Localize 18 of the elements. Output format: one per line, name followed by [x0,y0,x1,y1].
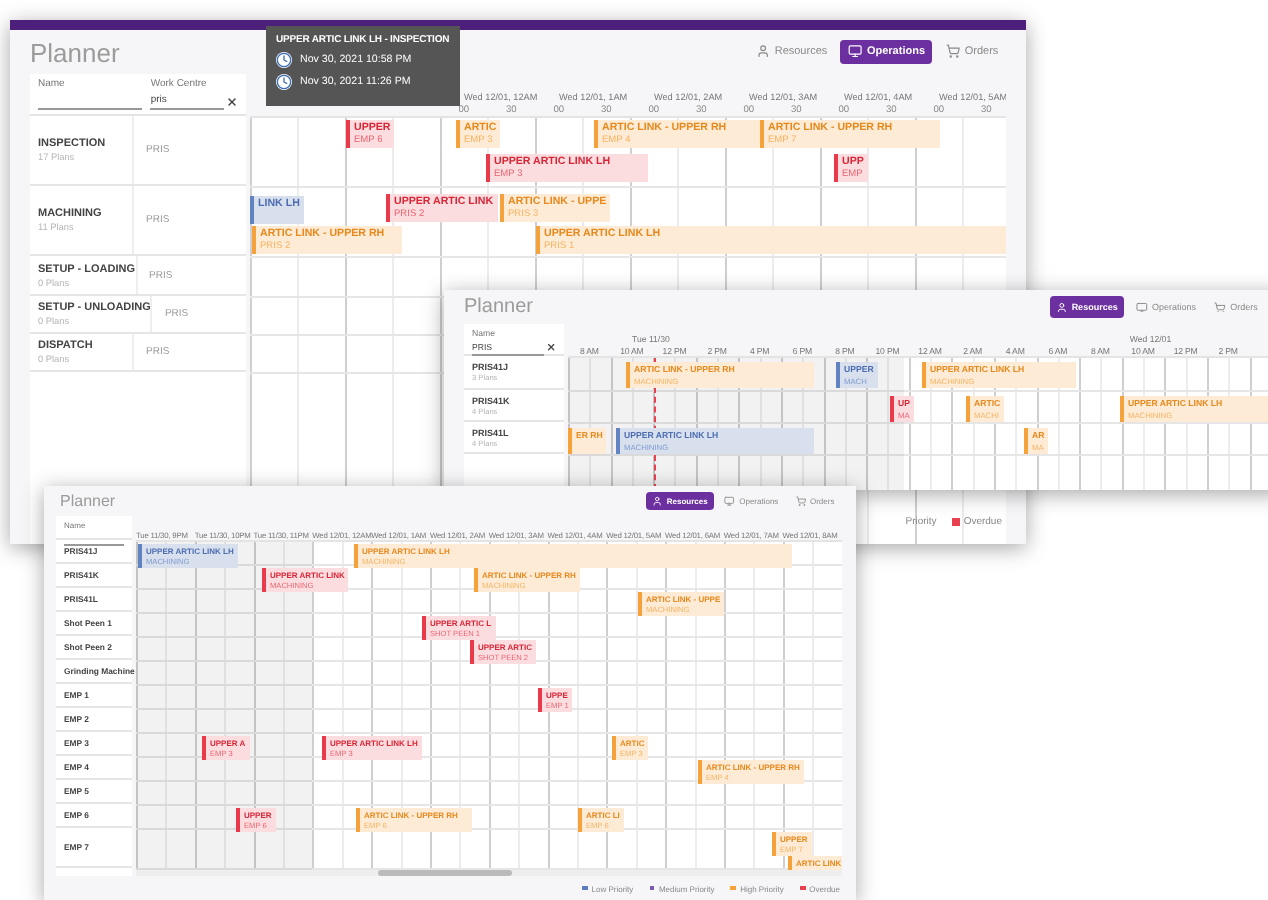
person-icon [756,44,771,60]
scrollbar[interactable] [136,870,842,876]
monitor-icon [724,495,736,507]
scrollbar-thumb[interactable] [378,870,512,876]
cart-icon [946,44,961,60]
person-icon [1055,301,1068,313]
monitor-icon [848,44,863,60]
monitor-icon [1136,301,1148,313]
clock-icon [276,52,292,68]
window-title: Planner [60,492,116,510]
clear-icon[interactable] [545,342,556,353]
clear-icon[interactable] [226,95,238,107]
cart-icon [795,495,806,507]
window-title: Planner [30,37,120,67]
window-title: Planner [464,296,533,318]
clock-icon [276,74,292,90]
person-icon [652,495,663,507]
cart-icon [1214,301,1227,313]
